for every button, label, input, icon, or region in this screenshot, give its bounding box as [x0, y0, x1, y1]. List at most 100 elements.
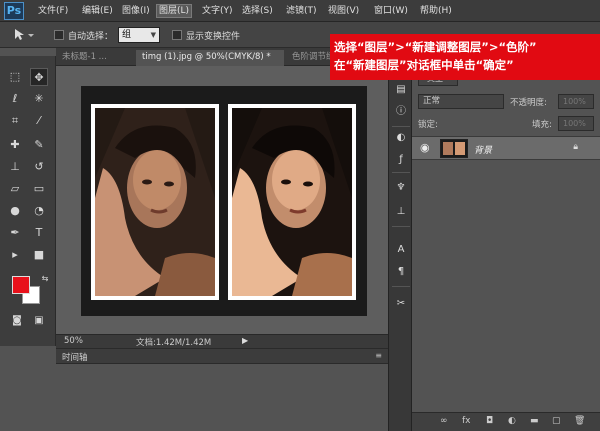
instruction-line-2: 在“新建图层”对话框中单击“确定” [334, 58, 514, 72]
type-tool-icon[interactable]: T [30, 224, 48, 242]
lock-label: 锁定: [418, 120, 438, 130]
link-layers-icon[interactable]: ∞ [440, 416, 448, 426]
move-arrow-icon [15, 29, 34, 40]
menu-select[interactable]: 选择(S) [240, 4, 275, 18]
show-transform-checkbox[interactable] [172, 30, 182, 40]
dock-separator [392, 172, 410, 173]
auto-select-value: 组 [122, 30, 132, 40]
dock-separator [392, 226, 410, 227]
quick-mask-icon[interactable]: ◙ [8, 312, 26, 330]
clone-stamp-tool-icon[interactable]: ⊥ [6, 158, 24, 176]
panel-menu-icon[interactable]: ≡ [375, 351, 382, 360]
instruction-line-1: 选择“图层”>“新建调整图层”>“色阶” [334, 40, 537, 54]
photoshop-logo: Ps [4, 2, 24, 20]
blur-tool-icon[interactable]: ● [6, 202, 24, 220]
auto-select-dropdown[interactable]: 组 ▼ [118, 27, 160, 43]
portrait-after-image [232, 108, 352, 296]
gradient-tool-icon[interactable]: ▭ [30, 180, 48, 198]
eye-icon[interactable]: ◉ [420, 141, 430, 154]
fill-label: 填充: [532, 120, 552, 130]
menu-bar: Ps 文件(F) 编辑(E) 图像(I) 图层(L) 文字(Y) 选择(S) 滤… [0, 0, 600, 22]
document-canvas[interactable] [81, 86, 367, 316]
history-panel-icon[interactable]: ▤ [393, 82, 409, 98]
photo-after [228, 104, 356, 300]
rectangle-tool-icon[interactable]: ■ [30, 246, 48, 264]
new-layer-icon[interactable]: ▢ [552, 416, 561, 426]
menu-view[interactable]: 视图(V) [326, 4, 361, 18]
chevron-down-icon: ▼ [150, 31, 156, 39]
dock-separator [392, 126, 410, 127]
tab-label: 未标题-1 ... [62, 52, 107, 62]
dodge-tool-icon[interactable]: ◔ [30, 202, 48, 220]
lock-icon: 🔒︎ [573, 142, 578, 152]
photo-before [91, 104, 219, 300]
lasso-tool-icon[interactable]: ℓ [6, 90, 24, 108]
instruction-banner: 选择“图层”>“新建调整图层”>“色阶” 在“新建图层”对话框中单击“确定” [330, 34, 600, 80]
auto-select-label: 自动选择： [68, 32, 114, 42]
layers-panel-footer: ∞ fx ◘ ◐ ▬ ▢ 🗑︎ [412, 412, 600, 431]
history-brush-tool-icon[interactable]: ↺ [30, 158, 48, 176]
blend-mode-dropdown[interactable]: 正常 [418, 94, 504, 109]
add-mask-icon[interactable]: ◘ [486, 416, 493, 426]
menu-type[interactable]: 文字(Y) [200, 4, 235, 18]
properties-panel-icon[interactable]: ⓘ [393, 104, 409, 120]
menu-layer[interactable]: 图层(L) [156, 4, 193, 18]
clone-source-panel-icon[interactable]: ⊥ [393, 204, 409, 220]
menu-file[interactable]: 文件(F) [36, 4, 70, 18]
move-tool-icon[interactable]: ✥ [30, 68, 48, 86]
brush-tool-icon[interactable]: ✎ [30, 136, 48, 154]
adjustments-panel-icon[interactable]: ◐ [393, 130, 409, 146]
new-group-icon[interactable]: ▬ [530, 416, 539, 426]
dock-separator [392, 286, 410, 287]
swap-colors-icon[interactable]: ⇆ [36, 270, 54, 288]
styles-panel-icon[interactable]: ƒ [393, 152, 409, 168]
character-panel-icon[interactable]: A [393, 242, 409, 258]
healing-brush-tool-icon[interactable]: ✚ [6, 136, 24, 154]
tools-preset-panel-icon[interactable]: ✂ [393, 296, 409, 312]
tab-timg[interactable]: timg (1).jpg @ 50%(CMYK/8) * [136, 50, 284, 66]
foreground-color-swatch[interactable] [12, 276, 30, 294]
paragraph-panel-icon[interactable]: ¶ [393, 264, 409, 280]
layer-row-background[interactable]: ◉ 背景 🔒︎ [412, 136, 600, 160]
portrait-before-image [95, 108, 215, 296]
auto-select-checkbox[interactable] [54, 30, 64, 40]
eyedropper-tool-icon[interactable]: ⁄ [30, 112, 48, 130]
status-bar: 50% 文档:1.42M/1.42M ▶ [56, 334, 388, 348]
path-selection-tool-icon[interactable]: ▸ [6, 246, 24, 264]
tab-untitled[interactable]: 未标题-1 ... [56, 50, 134, 66]
fill-input[interactable]: 100% [558, 116, 594, 131]
blend-mode-row: 正常 不透明度: 100% [418, 94, 594, 110]
menu-edit[interactable]: 编辑(E) [80, 4, 115, 18]
opacity-label: 不透明度: [510, 98, 547, 108]
toolbox: ⬚ ✥ ℓ ✳ ⌗ ⁄ ✚ ✎ ⊥ ↺ ▱ ▭ ● ◔ ✒ T ▸ ■ ✋ ⌕ … [0, 56, 56, 346]
menu-help[interactable]: 帮助(H) [418, 4, 454, 18]
adjustment-layer-icon[interactable]: ◐ [508, 416, 516, 426]
lock-row: 锁定: 填充: 100% [418, 116, 594, 132]
layer-thumbnail [440, 139, 468, 158]
panel-dock: ▤ ⓘ ◐ ƒ ♆ ⊥ A ¶ ✂ [388, 48, 412, 431]
menu-image[interactable]: 图像(I) [120, 4, 152, 18]
canvas-area[interactable] [56, 66, 388, 334]
menu-filter[interactable]: 滤镜(T) [284, 4, 319, 18]
timeline-label[interactable]: 时间轴 [62, 351, 88, 363]
layers-panel: 类型 正常 不透明度: 100% 锁定: 填充: 100% ◉ 背景 🔒︎ [412, 66, 600, 431]
pen-tool-icon[interactable]: ✒ [6, 224, 24, 242]
tab-label: timg (1).jpg @ 50%(CMYK/8) * [142, 52, 271, 62]
thumbnail-image [441, 140, 467, 157]
eraser-tool-icon[interactable]: ▱ [6, 180, 24, 198]
document-size-info: 文档:1.42M/1.42M [136, 338, 212, 348]
screen-mode-icon[interactable]: ▣ [30, 312, 48, 330]
marquee-tool-icon[interactable]: ⬚ [6, 68, 24, 86]
crop-tool-icon[interactable]: ⌗ [6, 112, 24, 130]
opacity-input[interactable]: 100% [558, 94, 594, 109]
zoom-level[interactable]: 50% [64, 336, 83, 346]
brush-panel-icon[interactable]: ♆ [393, 180, 409, 196]
menu-window[interactable]: 窗口(W) [372, 4, 410, 18]
layer-name[interactable]: 背景 [474, 143, 492, 156]
status-menu-arrow-icon[interactable]: ▶ [242, 336, 248, 345]
timeline-panel: 时间轴 ≡ [56, 348, 388, 364]
magic-wand-tool-icon[interactable]: ✳ [30, 90, 48, 108]
delete-layer-icon[interactable]: 🗑︎ [574, 416, 585, 426]
layer-style-icon[interactable]: fx [462, 416, 471, 426]
tool-preset-picker[interactable] [12, 28, 36, 42]
